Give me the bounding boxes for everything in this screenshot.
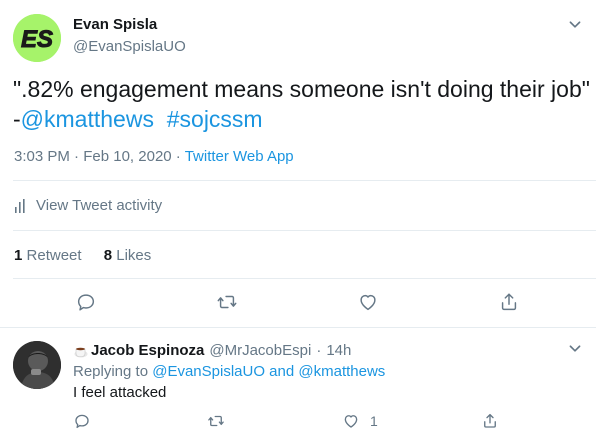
replying-prefix: Replying to <box>73 363 149 380</box>
share-icon[interactable] <box>481 412 499 430</box>
tweet-text-line-1: ".82% engagement means someone isn't doi… <box>13 76 590 102</box>
heart-icon[interactable] <box>342 412 360 430</box>
svg-text:ES: ES <box>21 26 53 53</box>
es-logo-icon: ES <box>13 14 61 62</box>
divider <box>0 327 596 328</box>
divider <box>13 230 596 231</box>
like-stat-label: Likes <box>116 247 152 264</box>
divider <box>13 278 596 279</box>
retweet-icon[interactable] <box>216 291 238 313</box>
avatar-photo-icon <box>13 341 61 389</box>
reply-like-count: 1 <box>370 413 378 429</box>
reply-header: Jacob Espinoza @MrJacobEspi · 14h <box>73 342 351 359</box>
heart-icon[interactable] <box>357 291 379 313</box>
reply-text: I feel attacked <box>73 384 167 401</box>
tweet-source-link[interactable]: Twitter Web App <box>185 148 294 165</box>
bar-chart-icon <box>15 198 25 213</box>
reply-age[interactable]: 14h <box>326 342 351 359</box>
retweet-count: 1 <box>14 247 23 264</box>
replying-to-link-1[interactable]: @EvanSpislaUO <box>152 363 265 380</box>
view-activity-label: View Tweet activity <box>36 197 163 214</box>
coffee-emoji-icon <box>74 347 88 357</box>
reply-action-bar: 1 <box>0 410 596 434</box>
tweet-time[interactable]: 3:03 PM <box>14 148 70 165</box>
reply-author-handle[interactable]: @MrJacobEspi <box>209 342 311 359</box>
reply-separator: · <box>316 342 322 359</box>
replying-and: and <box>269 363 295 380</box>
meta-separator-1: · <box>74 148 80 165</box>
like-stat[interactable]: 8 Likes <box>104 247 152 264</box>
tweet-text-prefix: - <box>13 106 21 132</box>
replying-to-link-2[interactable]: @kmatthews <box>298 363 385 380</box>
tweet-text: ".82% engagement means someone isn't doi… <box>13 74 590 134</box>
chevron-down-icon[interactable] <box>564 338 586 360</box>
tweet-meta: 3:03 PM · Feb 10, 2020 · Twitter Web App <box>14 148 294 165</box>
author-avatar[interactable]: ES <box>13 14 61 62</box>
tweet-text-line-2: -@kmatthews #sojcssm <box>13 104 590 134</box>
share-icon[interactable] <box>498 291 520 313</box>
retweet-icon[interactable] <box>207 412 225 430</box>
reply-icon[interactable] <box>73 412 91 430</box>
tweet-action-bar <box>0 291 596 315</box>
meta-separator-2: · <box>175 148 181 165</box>
like-count: 8 <box>103 247 113 264</box>
hashtag-link[interactable]: #sojcssm <box>167 106 263 132</box>
retweet-stat-label: Retweet <box>26 247 82 264</box>
engagement-stats: 1 Retweet 8 Likes <box>14 247 151 264</box>
view-activity-button[interactable]: View Tweet activity <box>14 197 162 214</box>
reply-icon[interactable] <box>75 291 97 313</box>
replying-to-line: Replying to @EvanSpislaUO and @kmatthews <box>73 363 385 380</box>
tweet-date[interactable]: Feb 10, 2020 <box>83 148 171 165</box>
reply-author-avatar[interactable] <box>13 341 61 389</box>
author-handle[interactable]: @EvanSpislaUO <box>73 38 186 55</box>
mention-link[interactable]: @kmatthews <box>21 106 154 132</box>
retweet-stat[interactable]: 1 Retweet <box>14 247 82 264</box>
chevron-down-icon[interactable] <box>564 14 586 36</box>
author-name[interactable]: Evan Spisla <box>73 16 157 33</box>
reply-author-name[interactable]: Jacob Espinoza <box>91 342 204 359</box>
divider <box>13 180 596 181</box>
